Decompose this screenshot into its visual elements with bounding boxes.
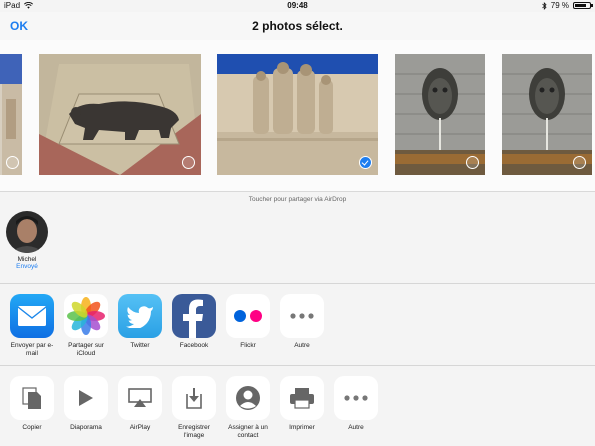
- twitter-icon: [118, 294, 162, 338]
- action-assign-contact[interactable]: Assigner à un contact: [225, 376, 271, 440]
- share-label: Partager sur iCloud: [68, 342, 104, 357]
- airplay-icon: [118, 376, 162, 420]
- share-label: Twitter: [130, 342, 150, 349]
- action-label: Copier: [22, 424, 42, 431]
- more-icon: [280, 294, 324, 338]
- share-label: Envoyer par e-mail: [10, 342, 54, 357]
- share-more[interactable]: Autre: [279, 294, 325, 350]
- selection-circle[interactable]: [182, 156, 195, 169]
- photo-thumbnail[interactable]: [395, 54, 485, 175]
- share-facebook[interactable]: Facebook: [171, 294, 217, 350]
- flickr-icon: [226, 294, 270, 338]
- action-label: AirPlay: [129, 424, 151, 431]
- page-title: 2 photos sélect.: [252, 19, 343, 33]
- share-label: Flickr: [240, 342, 256, 349]
- action-save-image[interactable]: Enregistrer l'image: [171, 376, 217, 440]
- selection-circle[interactable]: [466, 156, 479, 169]
- navigation-bar: OK 2 photos sélect.: [0, 12, 595, 40]
- share-icloud[interactable]: Partager sur iCloud: [63, 294, 109, 358]
- more-icon: [334, 376, 378, 420]
- printer-icon: [280, 376, 324, 420]
- share-mail[interactable]: Envoyer par e-mail: [9, 294, 55, 358]
- action-label: Imprimer: [289, 424, 315, 431]
- share-flickr[interactable]: Flickr: [225, 294, 271, 350]
- photo-strip[interactable]: [0, 40, 595, 192]
- photo-thumbnail[interactable]: [502, 54, 592, 175]
- action-label: Enregistrer l'image: [178, 424, 210, 439]
- contact-icon: [226, 376, 270, 420]
- copy-icon: [10, 376, 54, 420]
- avatar[interactable]: [6, 211, 48, 253]
- divider: [0, 365, 595, 366]
- battery-percent: 79 %: [550, 1, 569, 10]
- photo-thumbnail[interactable]: [217, 54, 378, 175]
- selection-circle[interactable]: [573, 156, 586, 169]
- share-twitter[interactable]: Twitter: [117, 294, 163, 350]
- photos-icon: [64, 294, 108, 338]
- bluetooth-icon: [541, 1, 547, 10]
- contact-status: Envoyé: [16, 263, 38, 270]
- save-image-icon: [172, 376, 216, 420]
- action-label: Autre: [348, 424, 364, 431]
- battery-icon: [573, 2, 593, 9]
- status-bar: iPad 09:48 79 %: [0, 0, 595, 12]
- play-icon: [64, 376, 108, 420]
- photo-thumbnail[interactable]: [0, 54, 22, 175]
- mail-icon: [10, 294, 54, 338]
- contact-name: Michel: [17, 256, 37, 263]
- share-label: Facebook: [179, 342, 209, 349]
- clock: 09:48: [287, 1, 308, 10]
- action-more[interactable]: Autre: [333, 376, 379, 432]
- action-slideshow[interactable]: Diaporama: [63, 376, 109, 432]
- action-airplay[interactable]: AirPlay: [117, 376, 163, 432]
- airdrop-hint: Toucher pour partager via AirDrop: [248, 196, 347, 203]
- facebook-icon: [172, 294, 216, 338]
- share-label: Autre: [294, 342, 310, 349]
- action-label: Diaporama: [70, 424, 102, 431]
- action-copy[interactable]: Copier: [9, 376, 55, 432]
- airdrop-contact[interactable]: Michel Envoyé: [5, 211, 49, 270]
- action-print[interactable]: Imprimer: [279, 376, 325, 432]
- divider: [0, 283, 595, 284]
- photo-thumbnail[interactable]: [39, 54, 201, 175]
- selected-checkmark-icon[interactable]: [359, 156, 372, 169]
- selection-circle[interactable]: [6, 156, 19, 169]
- action-label: Assigner à un contact: [228, 424, 268, 439]
